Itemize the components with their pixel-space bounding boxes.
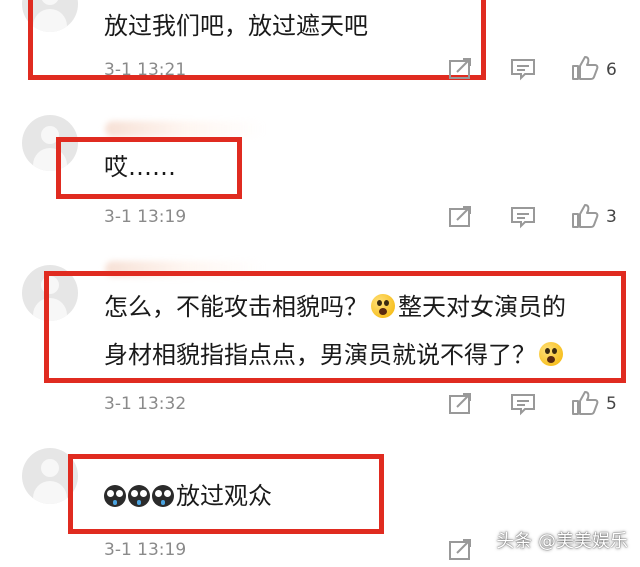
comment-2: 哎…… 3-1 13:19 3 — [0, 105, 640, 255]
comment-text-line-1: 怎么，不能攻击相貌吗？ 整天对女演员的 — [104, 289, 566, 325]
like-icon[interactable] — [571, 203, 599, 229]
share-icon[interactable] — [448, 205, 474, 229]
comment-text-part-1: 怎么，不能攻击相貌吗？ — [104, 293, 368, 321]
like-icon[interactable] — [571, 55, 599, 81]
share-icon[interactable] — [448, 538, 474, 562]
comment-time: 3-1 13:19 — [104, 207, 187, 227]
comment-text-line-2: 身材相貌指指点点，男演员就说不得了？ — [104, 337, 566, 373]
username-blurred — [105, 121, 265, 137]
comment-text-part-3: 身材相貌指指点点，男演员就说不得了？ — [104, 341, 536, 369]
comment-1: 放过我们吧，放过遮天吧 3-1 13:21 6 — [0, 0, 640, 95]
share-icon[interactable] — [448, 57, 474, 81]
crying-emoji — [152, 485, 174, 507]
like-count: 6 — [606, 60, 617, 80]
astonished-emoji — [539, 342, 563, 366]
comment-text-part-2: 整天对女演员的 — [398, 293, 566, 321]
comment-time: 3-1 13:32 — [104, 394, 187, 414]
comment-text: 放过我们吧，放过遮天吧 — [104, 12, 368, 40]
comment-time: 3-1 13:21 — [104, 60, 187, 80]
like-count: 5 — [606, 394, 617, 414]
share-icon[interactable] — [448, 392, 474, 416]
like-icon[interactable] — [571, 390, 599, 416]
comment-text-row: 放过观众 — [104, 478, 272, 514]
crying-emoji — [128, 485, 150, 507]
crying-emoji — [104, 485, 126, 507]
reply-icon[interactable] — [510, 57, 536, 81]
reply-icon[interactable] — [510, 392, 536, 416]
astonished-emoji — [371, 294, 395, 318]
reply-icon[interactable] — [510, 205, 536, 229]
comment-text: 放过观众 — [176, 482, 272, 510]
watermark: 头条 @美美娱乐 — [496, 531, 628, 552]
comment-time: 3-1 13:19 — [104, 540, 187, 560]
comment-3: 怎么，不能攻击相貌吗？ 整天对女演员的 身材相貌指指点点，男演员就说不得了？ 3-… — [0, 255, 640, 435]
comment-text: 哎…… — [104, 153, 176, 181]
like-count: 3 — [606, 207, 617, 227]
